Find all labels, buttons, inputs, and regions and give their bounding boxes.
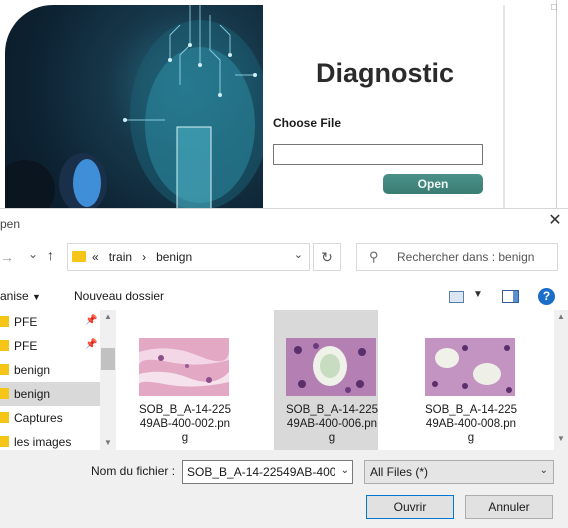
organize-label: anise — [0, 289, 29, 303]
search-box[interactable]: ⚲ Rechercher dans : benign — [356, 243, 558, 271]
pin-icon: 📌 — [85, 315, 98, 326]
sidebar-item-pfe[interactable]: PFE 📌 — [0, 310, 100, 334]
file-name: SOB_B_A-14-225 49AB-400-002.pn g — [138, 404, 232, 444]
folder-icon — [0, 436, 9, 447]
file-list: SOB_B_A-14-225 49AB-400-002.pn g SOB_B_A-1… — [118, 310, 554, 450]
sidebar-item-benign-selected[interactable]: benign — [0, 382, 100, 406]
choose-file-input[interactable] — [273, 144, 483, 165]
nav-pane-scrollbar[interactable]: ▲ ▼ — [100, 310, 116, 450]
sidebar-item-label: benign — [14, 387, 51, 401]
new-folder-button[interactable]: Nouveau dossier — [74, 289, 164, 303]
folder-icon — [0, 412, 9, 423]
preview-pane-icon[interactable] — [502, 290, 519, 303]
file-name-value: SOB_B_A-14-22549AB-400-0 — [187, 465, 335, 479]
page-title: Diagnostic — [315, 58, 455, 88]
file-item[interactable]: SOB_B_A-14-225 49AB-400-008.pn g — [413, 310, 517, 450]
sidebar-item-label: Captures — [14, 411, 63, 425]
chevron-down-icon: ⌄ — [539, 465, 548, 476]
caret-down-icon: ▼ — [32, 292, 41, 302]
file-thumbnail — [139, 338, 229, 396]
file-type-value: All Files (*) — [370, 465, 429, 479]
organize-menu[interactable]: anise ▼ — [0, 289, 41, 303]
search-input[interactable]: Rechercher dans : benign — [397, 250, 534, 264]
up-arrow-icon[interactable]: ↑ — [47, 247, 54, 263]
dialog-footer: Nom du fichier : SOB_B_A-14-22549AB-400-… — [0, 450, 568, 528]
app-open-button[interactable]: Open — [383, 174, 483, 194]
dialog-title: pen — [0, 217, 21, 231]
breadcrumb-separator: › — [142, 250, 147, 264]
scrollbar-thumb[interactable] — [101, 348, 115, 370]
sidebar-item-captures[interactable]: Captures — [0, 406, 100, 430]
chevron-down-icon[interactable]: ⌄ — [341, 465, 349, 476]
file-type-select[interactable]: All Files (*) ⌄ — [364, 460, 554, 484]
file-thumbnail — [425, 338, 515, 396]
dialog-toolbar: anise ▼ Nouveau dossier ▼ ? — [0, 287, 568, 309]
breadcrumb-overflow[interactable]: « — [92, 250, 99, 264]
breadcrumb-item-train[interactable]: train — [109, 250, 132, 264]
search-icon: ⚲ — [369, 249, 379, 264]
breadcrumb-item-benign[interactable]: benign — [156, 250, 192, 264]
sidebar-item-pfe-2[interactable]: PFE 📌 — [0, 334, 100, 358]
file-item[interactable]: SOB_B_A-14-225 49AB-400-002.pn g — [127, 310, 231, 450]
address-bar[interactable]: « train › benign ⌄ — [67, 243, 310, 271]
navigation-pane: PFE 📌 PFE 📌 benign benign Captures les i… — [0, 310, 100, 450]
scroll-up-icon[interactable]: ▲ — [104, 312, 112, 321]
cancel-button[interactable]: Annuler — [465, 495, 553, 519]
choose-file-label: Choose File — [273, 116, 342, 130]
folder-icon — [72, 251, 86, 262]
help-icon[interactable]: ? — [538, 288, 555, 305]
file-list-scrollbar[interactable]: ▲ ▼ — [554, 310, 568, 450]
file-thumbnail — [286, 338, 376, 396]
file-name-input[interactable]: SOB_B_A-14-22549AB-400-0 ⌄ — [182, 460, 353, 484]
file-name: SOB_B_A-14-225 49AB-400-006.pn g — [285, 404, 379, 444]
panel-divider — [503, 5, 505, 210]
folder-icon — [0, 316, 9, 327]
folder-icon — [0, 364, 9, 375]
folder-icon — [0, 388, 9, 399]
sidebar-item-benign[interactable]: benign — [0, 358, 100, 382]
pin-icon: 📌 — [85, 339, 98, 350]
close-icon[interactable]: ✕ — [546, 212, 564, 230]
view-dropdown-icon[interactable]: ▼ — [473, 289, 483, 300]
sidebar-item-label: PFE — [14, 339, 38, 353]
scroll-down-icon[interactable]: ▼ — [104, 438, 112, 447]
sidebar-item-label: les images — [14, 435, 72, 449]
open-file-dialog: pen ✕ → ⌄ ↑ « train › benign ⌄ ↻ ⚲ Reche… — [0, 208, 568, 528]
sidebar-item-label: PFE — [14, 315, 38, 329]
recent-dropdown-icon[interactable]: ⌄ — [28, 247, 38, 261]
scroll-up-icon[interactable]: ▲ — [557, 312, 565, 321]
window-edge — [556, 0, 557, 210]
app-corner-icon: □ — [551, 2, 558, 13]
view-icon[interactable] — [449, 291, 464, 303]
sidebar-item-label: benign — [14, 363, 51, 377]
open-button[interactable]: Ouvrir — [366, 495, 454, 519]
file-item-selected[interactable]: SOB_B_A-14-225 49AB-400-006.pn g — [274, 310, 378, 450]
refresh-icon[interactable]: ↻ — [313, 243, 341, 271]
breadcrumb: « train › benign — [92, 250, 192, 264]
brain-circuit-image — [5, 5, 263, 210]
forward-arrow-icon[interactable]: → — [0, 249, 14, 265]
folder-icon — [0, 340, 9, 351]
scroll-down-icon[interactable]: ▼ — [557, 434, 565, 443]
file-name: SOB_B_A-14-225 49AB-400-008.pn g — [424, 404, 518, 444]
chevron-down-icon[interactable]: ⌄ — [294, 248, 303, 261]
file-name-label: Nom du fichier : — [91, 464, 176, 478]
